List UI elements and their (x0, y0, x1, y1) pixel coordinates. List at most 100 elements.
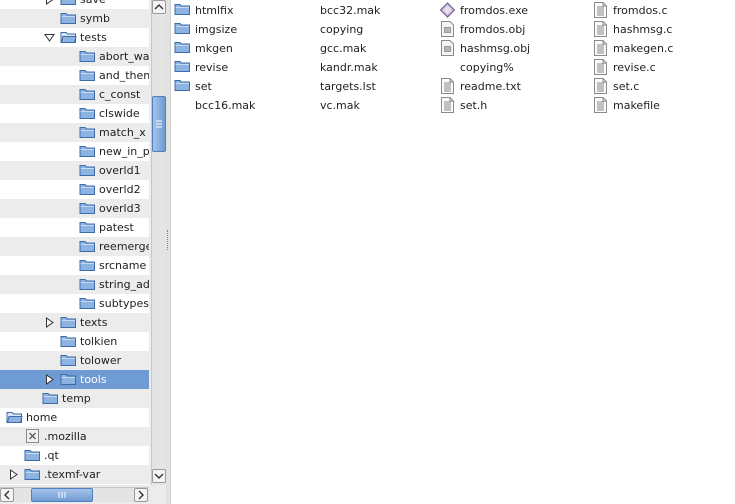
tree-row[interactable]: home (0, 408, 149, 427)
tree-row-label: .mozilla (44, 430, 87, 443)
file-item[interactable]: bcc32.mak (296, 1, 436, 20)
expander-collapsed-icon[interactable] (8, 469, 19, 480)
tree-row[interactable]: match_x (0, 123, 149, 142)
folder-tree: save symb tests abort_wa and_then c_constclsw… (0, 0, 149, 484)
tree-row[interactable]: .qt (0, 446, 149, 465)
scroll-right-button[interactable] (134, 488, 148, 502)
file-name: vc.mak (320, 99, 360, 112)
file-item[interactable]: copying (296, 20, 436, 39)
tree-row-label: home (26, 411, 58, 424)
tree-row[interactable]: temp (0, 389, 149, 408)
tree-row[interactable]: abort_wa (0, 47, 149, 66)
horizontal-scroll-thumb[interactable] (31, 488, 93, 502)
tree-row[interactable]: .mozilla (0, 427, 149, 446)
file-name: targets.lst (320, 80, 376, 93)
file-item[interactable]: fromdos.obj (436, 20, 576, 39)
folder-icon (60, 353, 77, 367)
file-item[interactable]: mkgen (171, 39, 311, 58)
tree-row-label: srcname (99, 259, 147, 272)
folder-icon (79, 163, 96, 177)
folder-icon (60, 334, 77, 348)
tree-row-label: tolkien (80, 335, 118, 348)
tree-row[interactable]: reemerge (0, 237, 149, 256)
file-item[interactable]: htmlfix (171, 1, 311, 20)
file-item[interactable]: revise (171, 58, 311, 77)
tree-row-label: and_then (99, 69, 149, 82)
tree-row[interactable]: symb (0, 9, 149, 28)
scroll-down-button[interactable] (152, 469, 166, 483)
tree-horizontal-scrollbar[interactable] (0, 487, 149, 502)
file-item[interactable]: targets.lst (296, 77, 436, 96)
folder-open-icon (6, 410, 23, 424)
folder-icon (79, 144, 96, 158)
tree-row[interactable]: patest (0, 218, 149, 237)
file-item[interactable]: imgsize (171, 20, 311, 39)
tree-row-label: symb (80, 12, 110, 25)
folder-icon (79, 220, 96, 234)
tree-row-selected[interactable]: tools (0, 370, 149, 389)
file-item[interactable]: fromdos.c (589, 1, 729, 20)
file-item[interactable]: gcc.mak (296, 39, 436, 58)
tree-row-label: abort_wa (99, 50, 149, 63)
folder-icon (60, 11, 77, 25)
file-name: set.c (613, 80, 640, 93)
file-item[interactable]: readme.txt (436, 77, 576, 96)
file-item[interactable]: makegen.c (589, 39, 729, 58)
folder-icon (60, 315, 77, 329)
binary-file-icon (439, 40, 456, 56)
tree-row[interactable]: tests (0, 28, 149, 47)
tree-row[interactable]: tolkien (0, 332, 149, 351)
file-name: fromdos.c (613, 4, 668, 17)
tree-row[interactable]: texts (0, 313, 149, 332)
tree-row[interactable]: .texmf-var (0, 465, 149, 484)
file-item[interactable]: set.h (436, 96, 576, 115)
file-item[interactable]: set (171, 77, 311, 96)
tree-row[interactable]: overld1 (0, 161, 149, 180)
expander-collapsed-icon[interactable] (44, 0, 55, 5)
splitter-grip-icon[interactable] (167, 230, 169, 250)
tree-row-label: temp (62, 392, 91, 405)
tree-row[interactable]: and_then (0, 66, 149, 85)
tree-vertical-scrollbar[interactable] (151, 0, 166, 485)
file-item[interactable]: copying% (436, 58, 576, 77)
file-name: makegen.c (613, 42, 674, 55)
grip-icon (58, 492, 66, 498)
file-item[interactable]: makefile (589, 96, 729, 115)
tree-row[interactable]: c_const (0, 85, 149, 104)
folder-icon (79, 182, 96, 196)
tree-row[interactable]: new_in_p (0, 142, 149, 161)
tree-row-label: overld2 (99, 183, 141, 196)
file-item[interactable]: vc.mak (296, 96, 436, 115)
file-item[interactable]: revise.c (589, 58, 729, 77)
folder-icon (24, 448, 41, 462)
tree-row[interactable]: overld3 (0, 199, 149, 218)
file-item[interactable]: fromdos.exe (436, 1, 576, 20)
tree-row-label: string_ad (99, 278, 149, 291)
folder-open-icon (60, 30, 77, 44)
tree-row[interactable]: string_ad (0, 275, 149, 294)
file-item[interactable]: hashmsg.c (589, 20, 729, 39)
binary-file-icon (439, 21, 456, 37)
tree-row[interactable]: tolower (0, 351, 149, 370)
file-item[interactable]: bcc16.mak (171, 96, 311, 115)
tree-row[interactable]: overld2 (0, 180, 149, 199)
expander-expanded-icon[interactable] (44, 32, 55, 43)
scroll-left-button[interactable] (0, 488, 14, 502)
file-list-pane: htmlfix imgsize mkgen revise set bcc16.mak bcc… (170, 0, 735, 504)
tree-row[interactable]: subtypes (0, 294, 149, 313)
file-item[interactable]: set.c (589, 77, 729, 96)
tree-row[interactable]: clswide (0, 104, 149, 123)
expander-collapsed-icon[interactable] (44, 374, 55, 385)
tree-row-label: c_const (99, 88, 141, 101)
scroll-up-button[interactable] (152, 0, 166, 14)
tree-row[interactable]: save (0, 0, 149, 9)
text-file-icon (439, 78, 456, 94)
file-item[interactable]: kandr.mak (296, 58, 436, 77)
tree-row-label: .texmf-var (44, 468, 101, 481)
tree-row[interactable]: srcname (0, 256, 149, 275)
file-name: set (195, 80, 212, 93)
file-item[interactable]: hashmsg.obj (436, 39, 576, 58)
scroll-thumb[interactable] (152, 96, 166, 152)
expander-collapsed-icon[interactable] (44, 317, 55, 328)
chevron-left-icon (4, 490, 10, 500)
